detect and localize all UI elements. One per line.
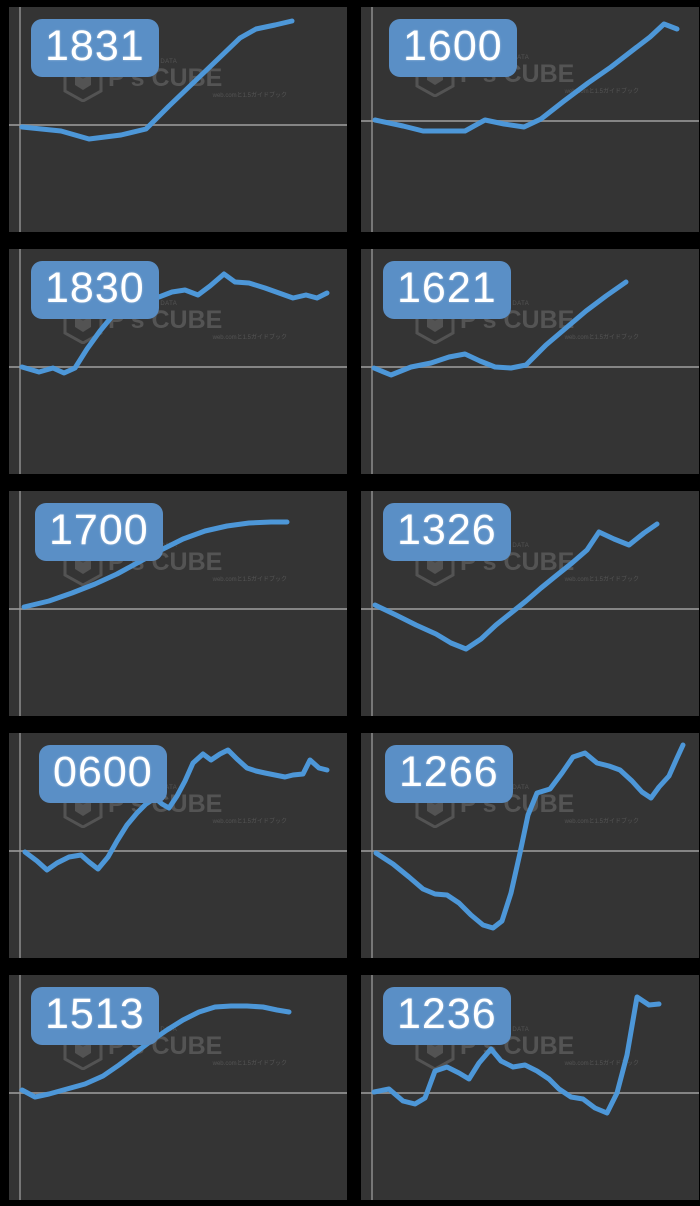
machine-number-badge-1326[interactable]: 1326 (383, 503, 511, 561)
watermark-subtext: web.comと1.5ガイドブック (564, 577, 639, 583)
vertical-axis-line (19, 7, 21, 232)
zero-baseline (9, 850, 347, 852)
watermark-subtext: web.comと1.5ガイドブック (564, 88, 639, 95)
graph-panel-1326[interactable]: Pachinko & Slot DATA P's CUBE web.comと1.… (361, 491, 699, 716)
machine-number-badge-0600[interactable]: 0600 (39, 745, 167, 803)
zero-baseline (361, 608, 699, 610)
machine-number-badge-1831[interactable]: 1831 (31, 19, 159, 77)
graph-panel-1831[interactable]: Pachinko & Slot DATA P's CUBE web.comと1.… (9, 7, 347, 232)
watermark-subtext: web.comと1.5ガイドブック (564, 335, 639, 341)
watermark-subtext: web.comと1.5ガイドブック (212, 819, 287, 825)
graph-panel-1513[interactable]: Pachinko & Slot DATA P's CUBE web.comと1.… (9, 975, 347, 1200)
machine-number-badge-1236[interactable]: 1236 (383, 987, 511, 1045)
zero-baseline (9, 608, 347, 610)
zero-baseline (9, 1092, 347, 1094)
graph-panel-1266[interactable]: Pachinko & Slot DATA P's CUBE web.comと1.… (361, 733, 699, 958)
zero-baseline (9, 366, 347, 368)
vertical-axis-line (19, 249, 21, 474)
graph-grid: Pachinko & Slot DATA P's CUBE web.comと1.… (0, 0, 700, 1206)
graph-panel-1830[interactable]: Pachinko & Slot DATA P's CUBE web.comと1.… (9, 249, 347, 474)
machine-number-badge-1621[interactable]: 1621 (383, 261, 511, 319)
watermark-subtext: web.comと1.5ガイドブック (564, 1061, 639, 1067)
machine-number-badge-1700[interactable]: 1700 (35, 503, 163, 561)
vertical-axis-line (19, 733, 21, 958)
zero-baseline (361, 1092, 699, 1094)
vertical-axis-line (371, 975, 373, 1200)
graph-panel-1236[interactable]: Pachinko & Slot DATA P's CUBE web.comと1.… (361, 975, 699, 1200)
machine-number-badge-1266[interactable]: 1266 (385, 745, 513, 803)
watermark-subtext: web.comと1.5ガイドブック (212, 93, 287, 99)
machine-number-badge-1600[interactable]: 1600 (389, 19, 517, 77)
graph-panel-1600[interactable]: Pachinko & Slot DATA P's CUBE web.comと1.… (361, 7, 699, 232)
zero-baseline (361, 119, 699, 122)
watermark-subtext: web.comと1.5ガイドブック (212, 335, 287, 341)
machine-number-badge-1513[interactable]: 1513 (31, 987, 159, 1045)
zero-baseline (361, 366, 699, 368)
machine-number-badge-1830[interactable]: 1830 (31, 261, 159, 319)
graph-panel-1621[interactable]: Pachinko & Slot DATA P's CUBE web.comと1.… (361, 249, 699, 474)
zero-baseline (361, 850, 699, 852)
graph-panel-1700[interactable]: Pachinko & Slot DATA P's CUBE web.comと1.… (9, 491, 347, 716)
vertical-axis-line (19, 491, 21, 716)
watermark-subtext: web.comと1.5ガイドブック (212, 1061, 287, 1067)
vertical-axis-line (19, 975, 21, 1200)
watermark-subtext: web.comと1.5ガイドブック (212, 577, 287, 583)
watermark-subtext: web.comと1.5ガイドブック (564, 819, 639, 825)
vertical-axis-line (371, 491, 373, 716)
vertical-axis-line (371, 733, 373, 958)
vertical-axis-line (371, 249, 373, 474)
graph-panel-0600[interactable]: Pachinko & Slot DATA P's CUBE web.comと1.… (9, 733, 347, 958)
zero-baseline (9, 124, 347, 126)
